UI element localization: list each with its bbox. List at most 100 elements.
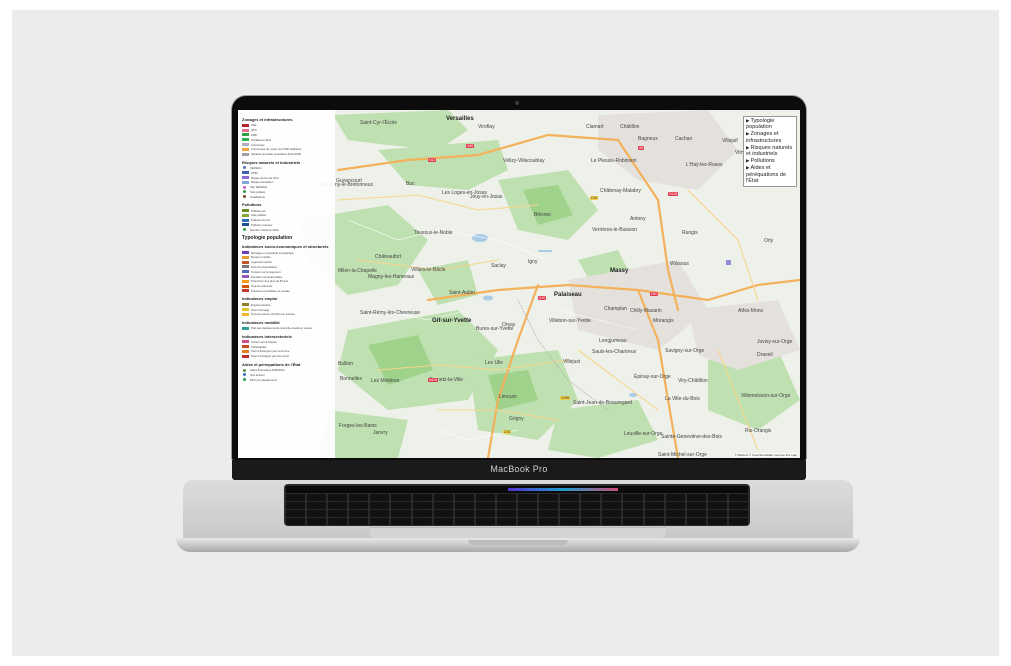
legend-item-label: Emploi précaire: [251, 302, 271, 307]
keyboard-key: [686, 494, 706, 501]
place-label: Châteaufort: [375, 254, 402, 260]
layer-toggle[interactable]: ▶Typologie population: [746, 118, 794, 130]
keyboard-key: [328, 518, 348, 525]
legend-item-label: ZAE: [251, 123, 257, 128]
keyboard-key: [581, 494, 601, 501]
road-number-badge: N104: [428, 378, 439, 382]
keyboard-key: [370, 518, 390, 525]
legend-swatch-icon: [242, 326, 249, 330]
legend-swatch-icon: [242, 218, 249, 222]
legend-swatch-icon: [242, 289, 249, 293]
keyboard-key: [623, 518, 643, 525]
place-label: Châtillon: [620, 124, 640, 130]
keyboard-key: [560, 494, 580, 501]
place-label: Massy: [610, 268, 629, 274]
keyboard-key: [328, 494, 348, 501]
keyboard-key: [454, 502, 474, 509]
legend-item-label: Autoroutes: [251, 142, 265, 147]
map-attribution[interactable]: © Mapbox © OpenStreetMap Improve this ma…: [733, 453, 798, 457]
legend-item-label: Logement social: [251, 260, 272, 265]
keyboard-key: [391, 518, 411, 525]
legend-item-label: Tension sur le logement: [251, 269, 281, 274]
keyboard-key: [581, 518, 601, 525]
layer-toggle[interactable]: ▶Pollutions: [746, 158, 794, 164]
layer-toggle[interactable]: ▶Aides et péréquations de l'État: [746, 165, 794, 184]
keyboard-key: [349, 518, 369, 525]
place-label: Jouy-en-Josas: [470, 194, 503, 200]
place-label: Morangis: [653, 318, 674, 324]
legend-swatch-icon: [242, 260, 249, 264]
legend-item-label: Revenu médian: [251, 255, 271, 260]
trackpad: [370, 527, 666, 538]
legend-item: Taux d'immigrés par commune: [242, 354, 331, 359]
layer-toggle[interactable]: ▶Zonages et infrastructures: [746, 131, 794, 143]
keyboard-key: [412, 510, 432, 517]
legend-swatch-icon: [242, 133, 249, 137]
legend-item-label: Installations: [250, 194, 265, 199]
airport-icon: [726, 260, 731, 265]
place-label: Les Molières: [371, 378, 400, 384]
legend-item-label: Proportion des plus de 65 ans: [251, 279, 289, 284]
place-label: Buc: [406, 181, 415, 187]
keyboard-key: [412, 518, 432, 525]
legend-item-label: ZRR: [251, 132, 257, 137]
legend-swatch-icon: [242, 180, 249, 184]
keyboard-key: [328, 502, 348, 509]
legend-dot-icon: [243, 373, 246, 377]
keyboard-key: [496, 510, 516, 517]
place-label: Athis-Mons: [738, 308, 764, 314]
legend-item-label: Nombre d'actions 2024: [250, 227, 279, 232]
keyboard-key: [539, 518, 559, 525]
place-label: L'Haÿ-les-Roses: [686, 162, 723, 168]
legend-item: Installations: [242, 194, 331, 199]
place-label: Saint-Aubin: [449, 290, 475, 296]
keyboard-key: [475, 502, 495, 509]
keyboard-key: [644, 510, 664, 517]
keyboard: [284, 484, 750, 526]
place-label: Villiers-le-Bâcle: [411, 267, 446, 273]
road-number-badge: D36: [590, 196, 599, 200]
layer-toggle-label: Risques naturels et industriels: [746, 144, 793, 158]
place-label: Bullion: [338, 361, 354, 367]
expand-triangle-icon: ▶: [746, 118, 750, 123]
keyboard-key: [518, 502, 538, 509]
legend-item-label: Site SEVESO: [250, 185, 268, 190]
road-number-badge: N12: [428, 158, 437, 162]
legend-section-title: Aides et péréquations de l'État: [242, 361, 301, 367]
keyboard-key: [560, 518, 580, 525]
place-label: Grigny: [509, 416, 524, 422]
keyboard-key: [370, 494, 390, 501]
legend-swatch-icon: [242, 223, 249, 227]
legend-item-label: Taux d'immigrés par commune: [251, 354, 289, 359]
legend-section-title: Pollutions: [242, 202, 262, 208]
place-label: Orly: [764, 238, 774, 244]
legend-item-label: Risque de feu de forêt: [251, 175, 279, 180]
legend-section-title: Indicateurs intersectoriels: [242, 333, 292, 339]
keyboard-key: [728, 518, 748, 525]
keyboard-key: [349, 510, 369, 517]
keyboard-key: [475, 518, 495, 525]
legend-section-title: Typologie population: [242, 235, 293, 242]
keyboard-key: [496, 502, 516, 509]
legend-section-title: Indicateurs socio-économiques et structu…: [242, 244, 329, 250]
keyboard-key: [433, 502, 453, 509]
road-number-badge: N118: [668, 192, 679, 196]
legend-swatch-icon: [242, 128, 249, 132]
keyboard-key: [539, 502, 559, 509]
legend-swatch-icon: [242, 147, 249, 151]
place-label: Bagneux: [638, 136, 658, 142]
legend-item-label: Pollution air: [251, 208, 266, 213]
place-label: Wissous: [670, 261, 689, 267]
legend-swatch-icon: [242, 138, 249, 142]
keyboard-key: [665, 518, 685, 525]
keyboard-key: [581, 510, 601, 517]
keyboard-key: [496, 518, 516, 525]
legend-item-label: Ménages en précarité énergétique: [251, 250, 294, 255]
legend-section-title: Risques naturels et industriels: [242, 159, 301, 165]
layer-toggle[interactable]: ▶Risques naturels et industriels: [746, 145, 794, 157]
legend-item-label: Pollution réseaux: [251, 222, 273, 227]
legend-item: Part des déplacements domicile-travail e…: [242, 326, 331, 331]
keyboard-key: [665, 510, 685, 517]
road-number-badge: N20: [650, 292, 659, 296]
legend-swatch-icon: [242, 270, 249, 274]
